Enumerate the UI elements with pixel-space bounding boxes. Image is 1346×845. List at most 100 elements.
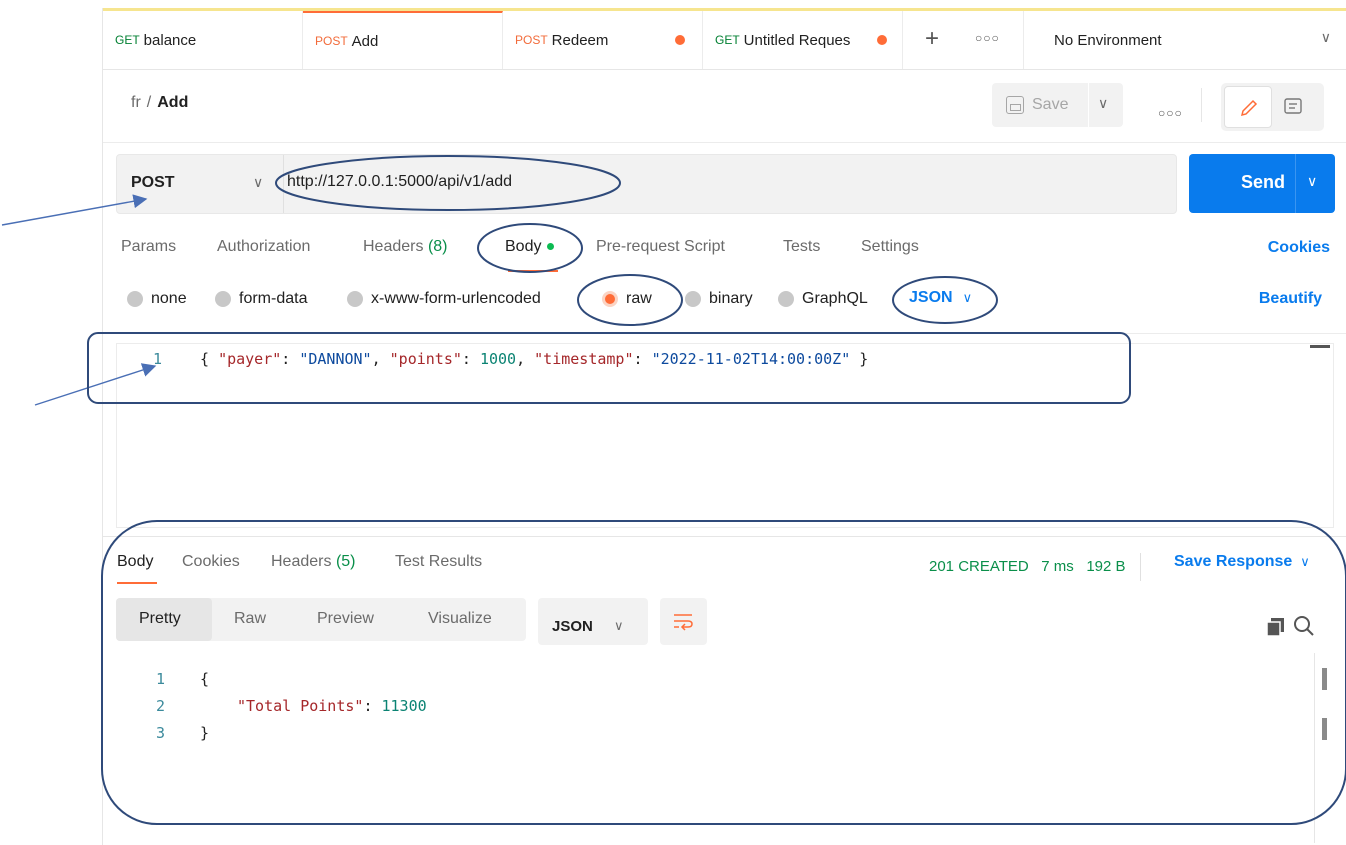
wrap-lines-button[interactable]	[660, 598, 707, 645]
line-number: 1	[156, 670, 166, 688]
more-icon[interactable]: ○○○	[975, 31, 1000, 45]
breadcrumb-collection[interactable]: fr	[131, 94, 141, 111]
tab-response-cookies[interactable]: Cookies	[182, 553, 240, 571]
tab-tests[interactable]: Tests	[783, 238, 820, 256]
save-response-button[interactable]: Save Response ∨	[1174, 553, 1310, 571]
plus-icon[interactable]: +	[925, 25, 939, 53]
body-format-select[interactable]: JSON ∨	[909, 289, 972, 307]
response-format-select[interactable]: JSON ∨	[538, 598, 648, 645]
radio-label: form-data	[239, 290, 308, 307]
tab-label: Untitled Reques	[743, 31, 851, 49]
tab-test-results[interactable]: Test Results	[395, 553, 482, 571]
chevron-down-icon[interactable]: ∨	[1098, 95, 1108, 112]
request-body-editor[interactable]	[116, 343, 1334, 528]
tab-params[interactable]: Params	[121, 238, 176, 256]
scrollbar[interactable]	[1310, 345, 1330, 348]
code-key: "Total Points"	[237, 697, 364, 715]
chevron-down-icon: ∨	[1320, 29, 1331, 45]
response-time[interactable]: 7 ms	[1041, 558, 1074, 575]
status-code[interactable]: 201 CREATED	[929, 558, 1029, 575]
unsaved-dot-icon	[675, 35, 685, 45]
radio-urlencoded[interactable]: x-www-form-urlencoded	[347, 290, 541, 308]
active-tab-indicator	[508, 270, 558, 272]
code-token: }	[200, 724, 210, 742]
chevron-down-icon: ∨	[962, 290, 973, 305]
format-raw[interactable]: Raw	[234, 610, 266, 628]
code-key: "timestamp"	[534, 350, 634, 368]
chevron-down-icon[interactable]: ∨	[1307, 173, 1317, 190]
edit-mode-button[interactable]	[1224, 86, 1272, 128]
line-number: 2	[156, 697, 166, 715]
scrollbar[interactable]	[1322, 668, 1327, 690]
radio-graphql[interactable]: GraphQL	[778, 290, 868, 308]
code-number: 11300	[381, 697, 427, 715]
url-input[interactable]: http://127.0.0.1:5000/api/v1/add	[287, 173, 512, 191]
cookies-link[interactable]: Cookies	[1268, 239, 1330, 257]
tab-method: POST	[315, 34, 348, 48]
beautify-link[interactable]: Beautify	[1259, 290, 1322, 308]
tab-response-headers[interactable]: Headers (5)	[271, 553, 356, 571]
tab-balance[interactable]: GET balance	[103, 11, 303, 69]
radio-selected-icon	[602, 291, 618, 307]
tab-pre-request-script[interactable]: Pre-request Script	[596, 238, 725, 256]
send-label: Send	[1241, 172, 1286, 192]
divider	[103, 142, 1346, 143]
search-icon[interactable]	[1293, 615, 1315, 637]
save-response-label: Save Response	[1174, 553, 1293, 570]
environment-selector[interactable]: No Environment ∨	[1023, 11, 1346, 69]
chevron-down-icon: ∨	[614, 618, 624, 633]
tab-response-body[interactable]: Body	[117, 553, 153, 571]
radio-none[interactable]: none	[127, 290, 187, 308]
request-body-code[interactable]: { "payer": "DANNON", "points": 1000, "ti…	[200, 350, 868, 368]
radio-label: none	[151, 290, 187, 307]
tab-untitled[interactable]: GET Untitled Reques	[703, 11, 903, 69]
response-format-tabs: Pretty Raw Preview Visualize	[116, 598, 526, 641]
tab-authorization[interactable]: Authorization	[217, 238, 310, 256]
more-icon[interactable]: ○○○	[1158, 106, 1183, 120]
send-button[interactable]: Send ∨	[1189, 154, 1335, 213]
format-visualize[interactable]: Visualize	[428, 610, 492, 628]
response-size[interactable]: 192 B	[1086, 558, 1125, 575]
divider	[1314, 653, 1315, 843]
tab-headers[interactable]: Headers (8)	[363, 238, 448, 256]
copy-icon[interactable]	[1266, 617, 1286, 637]
save-button[interactable]: Save ∨	[992, 83, 1123, 127]
code-number: 1000	[479, 350, 517, 368]
line-number: 3	[156, 724, 166, 742]
radio-form-data[interactable]: form-data	[215, 290, 307, 308]
scrollbar[interactable]	[1322, 718, 1327, 740]
radio-icon	[347, 291, 363, 307]
tab-add[interactable]: POST Add	[303, 11, 503, 69]
divider	[103, 333, 1346, 334]
chevron-down-icon[interactable]: ∨	[253, 174, 263, 191]
request-url-bar: POST ∨ http://127.0.0.1:5000/api/v1/add	[116, 154, 1177, 214]
tab-body[interactable]: Body	[505, 238, 555, 256]
tab-label: balance	[143, 31, 197, 49]
tab-redeem[interactable]: POST Redeem	[503, 11, 703, 69]
divider	[283, 155, 284, 213]
code-token: :	[363, 697, 373, 715]
response-status: 201 CREATED 7 ms 192 B	[929, 553, 1141, 581]
status-dot-icon	[547, 243, 555, 251]
code-key: "payer"	[218, 350, 282, 368]
save-label: Save	[1032, 96, 1069, 113]
method-select[interactable]: POST	[131, 174, 175, 192]
radio-raw[interactable]: raw	[602, 290, 652, 308]
view-mode-toggle	[1221, 83, 1324, 131]
format-pretty[interactable]: Pretty	[139, 610, 181, 628]
breadcrumb-separator: /	[146, 94, 152, 111]
code-key: "points"	[389, 350, 462, 368]
code-string: "2022-11-02T14:00:00Z"	[651, 350, 851, 368]
page: GET balance POST Add POST Redeem GET Unt…	[0, 0, 1346, 845]
postman-window: GET balance POST Add POST Redeem GET Unt…	[102, 8, 1346, 845]
radio-icon	[127, 291, 143, 307]
tab-settings[interactable]: Settings	[861, 238, 919, 256]
radio-label: binary	[709, 290, 753, 307]
radio-binary[interactable]: binary	[685, 290, 753, 308]
format-preview[interactable]: Preview	[317, 610, 374, 628]
save-divider	[1088, 83, 1089, 127]
breadcrumb-request[interactable]: Add	[157, 94, 188, 111]
headers-count: (5)	[335, 553, 356, 570]
tab-label: Add	[351, 32, 379, 50]
radio-icon	[215, 291, 231, 307]
